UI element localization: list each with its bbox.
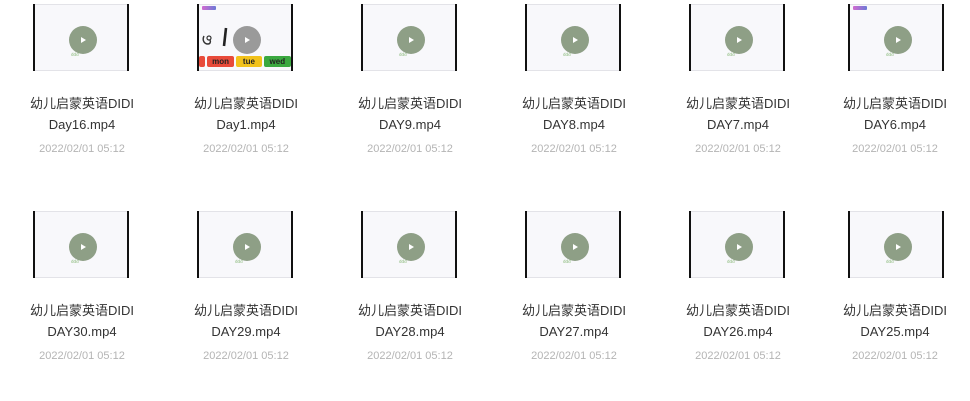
file-date: 2022/02/01 05:12 (203, 350, 289, 362)
thumbnail-watermark: ddd (886, 259, 894, 264)
video-thumbnail[interactable]: ddd (33, 4, 129, 71)
file-name[interactable]: 幼儿启蒙英语DIDI DAY8.mp4 (492, 93, 656, 135)
video-file-card[interactable]: ddd 幼儿启蒙英语DIDI DAY6.mp4 2022/02/01 05:12 (806, 0, 970, 190)
file-date: 2022/02/01 05:12 (852, 143, 938, 155)
video-thumbnail[interactable]: ddd (689, 211, 785, 278)
video-file-card[interactable]: ddd 幼儿启蒙英语DIDI DAY30.mp4 2022/02/01 05:1… (0, 207, 164, 397)
thumbnail-watermark: ddd (563, 52, 571, 57)
file-name[interactable]: 幼儿启蒙英语DIDI DAY27.mp4 (492, 300, 656, 342)
play-icon[interactable] (725, 233, 753, 261)
video-thumbnail[interactable]: ddd (848, 211, 944, 278)
file-name[interactable]: 幼儿启蒙英语DIDI DAY9.mp4 (328, 93, 492, 135)
video-file-card[interactable]: ddd 幼儿启蒙英语DIDI DAY28.mp4 2022/02/01 05:1… (328, 207, 492, 397)
figure-icon (222, 27, 228, 47)
day-chip (199, 56, 205, 67)
thumbnail-watermark: ddd (399, 259, 407, 264)
play-icon[interactable] (397, 26, 425, 54)
file-date: 2022/02/01 05:12 (39, 143, 125, 155)
video-file-card[interactable]: ddd 幼儿启蒙英语DIDI DAY7.mp4 2022/02/01 05:12 (656, 0, 820, 190)
brand-logo-icon (202, 6, 216, 10)
thumbnail-watermark: ddd (399, 52, 407, 57)
file-name[interactable]: 幼儿启蒙英语DIDI Day16.mp4 (0, 93, 164, 135)
play-icon[interactable] (725, 26, 753, 54)
thumbnail-watermark: ddd (563, 259, 571, 264)
file-name[interactable]: 幼儿启蒙英语DIDI DAY7.mp4 (656, 93, 820, 135)
brand-logo-icon (853, 6, 867, 10)
file-name[interactable]: 幼儿启蒙英语DIDI Day1.mp4 (164, 93, 328, 135)
video-file-card[interactable]: mon tue wed 幼儿启蒙英语DIDI Day1.mp4 2022/02/… (164, 0, 328, 190)
video-file-card[interactable]: ddd 幼儿启蒙英语DIDI DAY26.mp4 2022/02/01 05:1… (656, 207, 820, 397)
video-file-card[interactable]: ddd 幼儿启蒙英语DIDI DAY9.mp4 2022/02/01 05:12 (328, 0, 492, 190)
file-grid: ddd 幼儿启蒙英语DIDI Day16.mp4 2022/02/01 05:1… (0, 0, 970, 401)
video-file-card[interactable]: ddd 幼儿启蒙英语DIDI Day16.mp4 2022/02/01 05:1… (0, 0, 164, 190)
thumbnail-watermark: ddd (71, 259, 79, 264)
file-date: 2022/02/01 05:12 (852, 350, 938, 362)
video-thumbnail[interactable]: ddd (848, 4, 944, 71)
thumbnail-watermark: ddd (235, 259, 243, 264)
file-name[interactable]: 幼儿启蒙英语DIDI DAY30.mp4 (0, 300, 164, 342)
video-file-card[interactable]: ddd 幼儿启蒙英语DIDI DAY29.mp4 2022/02/01 05:1… (164, 207, 328, 397)
day-chip-wed: wed (263, 56, 291, 67)
video-thumbnail[interactable]: ddd (197, 211, 293, 278)
day-chip-mon: mon (206, 56, 235, 67)
file-date: 2022/02/01 05:12 (531, 350, 617, 362)
play-icon[interactable] (884, 26, 912, 54)
thumbnail-watermark: ddd (727, 52, 735, 57)
play-icon[interactable] (233, 233, 261, 261)
video-thumbnail[interactable]: ddd (689, 4, 785, 71)
play-icon[interactable] (561, 233, 589, 261)
video-thumbnail[interactable]: ddd (525, 211, 621, 278)
thumbnail-watermark: ddd (71, 52, 79, 57)
play-icon[interactable] (397, 233, 425, 261)
video-file-card[interactable]: ddd 幼儿启蒙英语DIDI DAY25.mp4 2022/02/01 05:1… (806, 207, 970, 397)
file-date: 2022/02/01 05:12 (367, 143, 453, 155)
video-file-card[interactable]: ddd 幼儿启蒙英语DIDI DAY27.mp4 2022/02/01 05:1… (492, 207, 656, 397)
play-icon[interactable] (233, 26, 261, 54)
file-name[interactable]: 幼儿启蒙英语DIDI DAY29.mp4 (164, 300, 328, 342)
file-date: 2022/02/01 05:12 (367, 350, 453, 362)
play-icon[interactable] (69, 233, 97, 261)
file-name[interactable]: 幼儿启蒙英语DIDI DAY28.mp4 (328, 300, 492, 342)
day-chip-tue: tue (236, 56, 262, 67)
video-thumbnail[interactable]: ddd (525, 4, 621, 71)
file-date: 2022/02/01 05:12 (531, 143, 617, 155)
file-date: 2022/02/01 05:12 (39, 350, 125, 362)
video-file-card[interactable]: ddd 幼儿启蒙英语DIDI DAY8.mp4 2022/02/01 05:12 (492, 0, 656, 190)
play-icon[interactable] (884, 233, 912, 261)
file-name[interactable]: 幼儿启蒙英语DIDI DAY25.mp4 (820, 300, 970, 342)
video-thumbnail[interactable]: ddd (33, 211, 129, 278)
file-name[interactable]: 幼儿启蒙英语DIDI DAY6.mp4 (820, 93, 970, 135)
days-strip: mon tue wed (199, 56, 291, 68)
play-icon[interactable] (69, 26, 97, 54)
file-date: 2022/02/01 05:12 (203, 143, 289, 155)
video-thumbnail[interactable]: ddd (361, 4, 457, 71)
file-date: 2022/02/01 05:12 (695, 350, 781, 362)
thumbnail-watermark: ddd (886, 52, 894, 57)
doodle-icon (202, 35, 212, 45)
video-thumbnail[interactable]: mon tue wed (197, 4, 293, 71)
thumbnail-watermark: ddd (727, 259, 735, 264)
file-date: 2022/02/01 05:12 (695, 143, 781, 155)
file-name[interactable]: 幼儿启蒙英语DIDI DAY26.mp4 (656, 300, 820, 342)
video-thumbnail[interactable]: ddd (361, 211, 457, 278)
play-icon[interactable] (561, 26, 589, 54)
